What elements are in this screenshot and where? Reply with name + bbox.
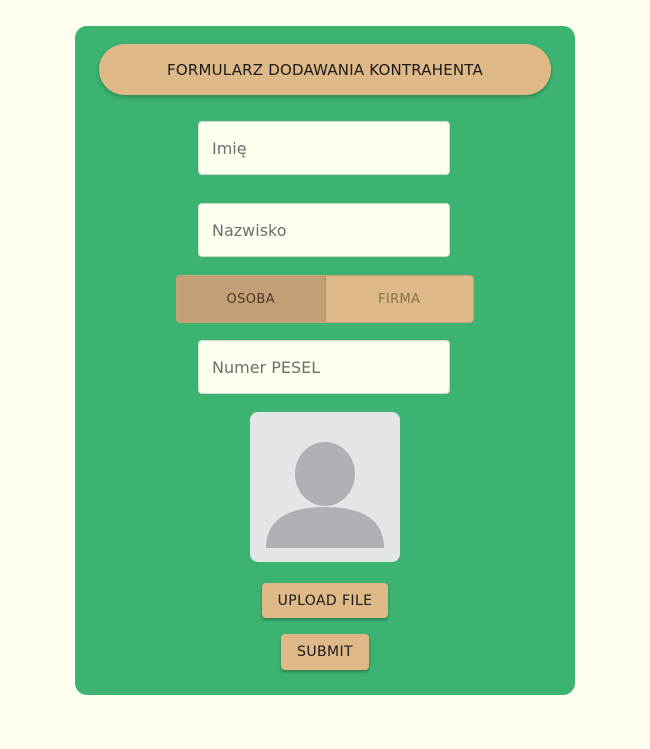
form-title: FORMULARZ DODAWANIA KONTRAHENTA: [99, 44, 551, 95]
submit-button[interactable]: SUBMIT: [281, 634, 369, 670]
pesel-input[interactable]: [198, 340, 450, 394]
avatar-preview: [250, 412, 400, 562]
toggle-option-firma[interactable]: FIRMA: [325, 276, 473, 322]
contractor-type-toggle: OSOBA FIRMA: [176, 275, 474, 323]
first-name-input[interactable]: [198, 121, 450, 175]
person-placeholder-icon: [266, 442, 384, 548]
toggle-option-osoba[interactable]: OSOBA: [177, 276, 326, 322]
last-name-input[interactable]: [198, 203, 450, 257]
contractor-form-card: FORMULARZ DODAWANIA KONTRAHENTA OSOBA FI…: [75, 26, 575, 695]
upload-file-button[interactable]: UPLOAD FILE: [262, 583, 388, 618]
